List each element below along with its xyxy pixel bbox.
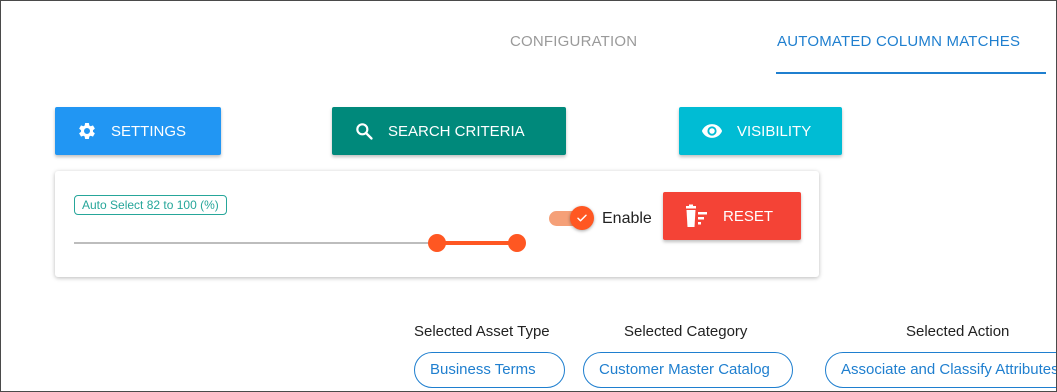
visibility-button[interactable]: VISIBILITY bbox=[679, 107, 842, 155]
auto-select-card: Auto Select 82 to 100 (%) Enable RESET bbox=[55, 171, 819, 277]
app-frame: CONFIGURATION AUTOMATED COLUMN MATCHES S… bbox=[0, 0, 1057, 392]
settings-label: SETTINGS bbox=[111, 122, 187, 140]
slider-thumb-max[interactable] bbox=[508, 234, 526, 252]
selected-action-chip[interactable]: Associate and Classify Attributes bbox=[825, 352, 1056, 388]
selected-category-chip[interactable]: Customer Master Catalog bbox=[583, 352, 793, 388]
selected-category-label: Selected Category bbox=[624, 323, 748, 340]
tab-configuration[interactable]: CONFIGURATION bbox=[510, 33, 637, 50]
enable-label: Enable bbox=[602, 210, 652, 227]
slider-selected-range bbox=[437, 241, 517, 245]
selected-asset-type-label: Selected Asset Type bbox=[414, 323, 550, 340]
enable-toggle-thumb[interactable] bbox=[570, 206, 594, 230]
selected-asset-type-chip[interactable]: Business Terms bbox=[414, 352, 565, 388]
eye-icon bbox=[701, 124, 723, 138]
search-icon bbox=[356, 123, 373, 140]
slider-thumb-min[interactable] bbox=[428, 234, 447, 252]
check-icon bbox=[577, 214, 587, 222]
visibility-label: VISIBILITY bbox=[737, 122, 812, 140]
tab-automated-column-matches[interactable]: AUTOMATED COLUMN MATCHES bbox=[777, 33, 1020, 50]
active-tab-indicator bbox=[776, 72, 1046, 74]
trash-filter-icon bbox=[686, 204, 707, 227]
reset-button[interactable]: RESET bbox=[663, 192, 801, 240]
reset-label: RESET bbox=[723, 207, 774, 225]
selected-action-label: Selected Action bbox=[906, 323, 1010, 340]
auto-select-label: Auto Select 82 to 100 (%) bbox=[74, 195, 227, 215]
search-criteria-button[interactable]: SEARCH CRITERIA bbox=[332, 107, 566, 155]
settings-button[interactable]: SETTINGS bbox=[55, 107, 221, 155]
search-criteria-label: SEARCH CRITERIA bbox=[388, 122, 525, 140]
gear-icon bbox=[79, 122, 95, 139]
